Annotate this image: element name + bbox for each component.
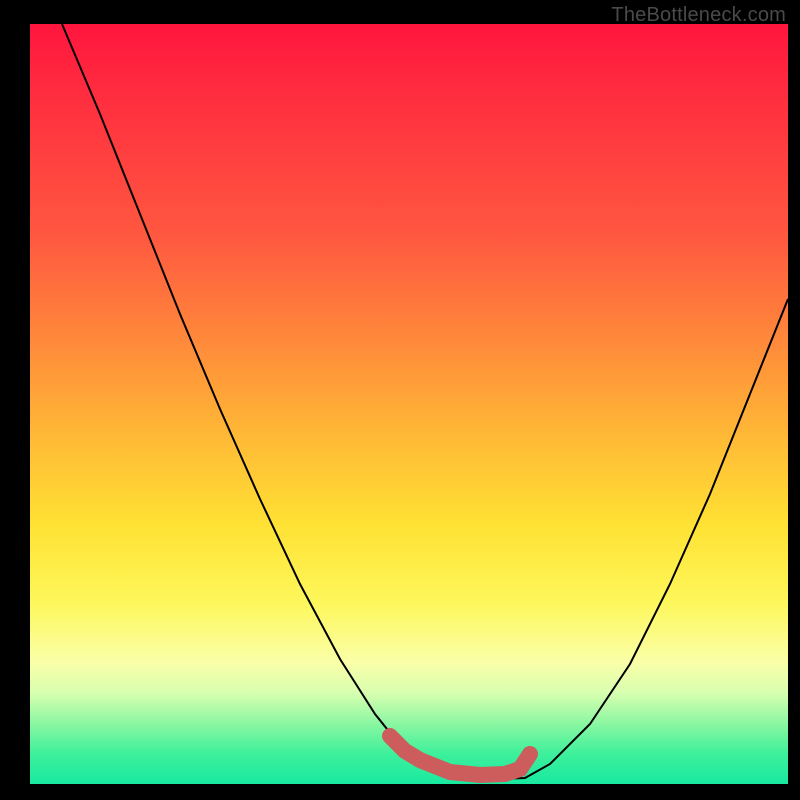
plot-area [30, 24, 788, 784]
optimal-zone-marker [390, 736, 530, 775]
attribution-label: TheBottleneck.com [611, 4, 786, 27]
curve-layer [30, 24, 788, 784]
bottleneck-curve [62, 24, 788, 779]
chart-frame: TheBottleneck.com [0, 0, 800, 800]
